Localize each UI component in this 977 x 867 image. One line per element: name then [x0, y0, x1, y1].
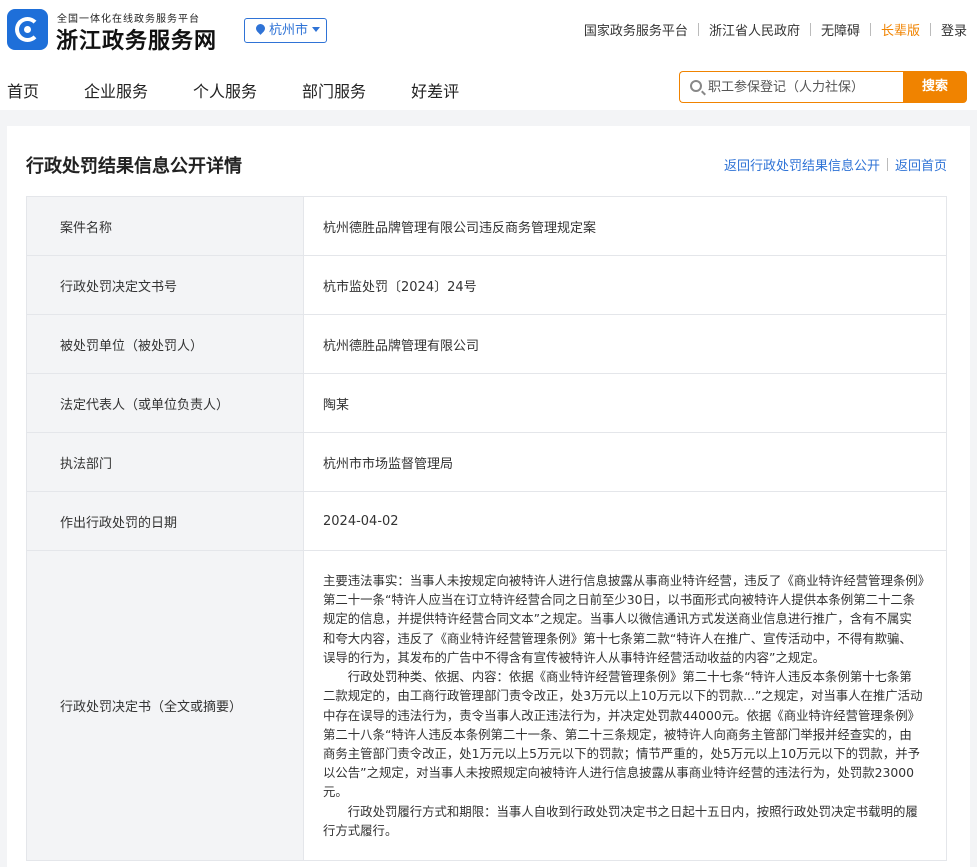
legal-representative-label: 法定代表人（或单位负责人） — [26, 373, 304, 433]
search-input[interactable] — [708, 72, 898, 102]
table-row: 执法部门 杭州市市场监督管理局 — [26, 432, 947, 492]
divider — [697, 23, 699, 36]
page-links: 返回行政处罚结果信息公开 返回首页 — [724, 155, 947, 174]
decision-paragraph: 主要违法事实：当事人未按规定向被特许人进行信息披露从事商业特许经营，违反了《商业… — [323, 573, 924, 665]
back-to-list-link[interactable]: 返回行政处罚结果信息公开 — [724, 155, 880, 174]
decision-text: 主要违法事实：当事人未按规定向被特许人进行信息披露从事商业特许经营，违反了《商业… — [303, 550, 947, 861]
penalized-entity-label: 被处罚单位（被处罚人） — [26, 314, 304, 374]
location-pin-icon — [254, 22, 267, 35]
table-row: 行政处罚决定书（全文或摘要） 主要违法事实：当事人未按规定向被特许人进行信息披露… — [26, 550, 947, 861]
city-selector[interactable]: 杭州市 — [244, 18, 327, 43]
divider — [809, 23, 811, 36]
link-elder-mode[interactable]: 长辈版 — [881, 20, 920, 39]
nav-evaluation[interactable]: 好差评 — [411, 78, 459, 102]
document-number-value: 杭市监处罚〔2024〕24号 — [303, 255, 947, 315]
table-row: 案件名称 杭州德胜品牌管理有限公司违反商务管理规定案 — [26, 196, 947, 256]
link-accessibility[interactable]: 无障碍 — [821, 20, 860, 39]
nav-department-services[interactable]: 部门服务 — [302, 78, 366, 102]
divider — [929, 23, 931, 36]
nav-personal-services[interactable]: 个人服务 — [193, 78, 257, 102]
divider — [886, 158, 888, 171]
decision-paragraph: 行政处罚种类、依据、内容：依据《商业特许经营管理条例》第二十七条“特许人违反本条… — [323, 669, 923, 800]
logo-dot-icon — [24, 26, 31, 33]
enforcement-department-value: 杭州市市场监督管理局 — [303, 432, 947, 492]
search-icon — [690, 80, 702, 92]
link-provincial-government[interactable]: 浙江省人民政府 — [709, 20, 800, 39]
document-number-label: 行政处罚决定文书号 — [26, 255, 304, 315]
divider — [869, 23, 871, 36]
top-links: 国家政务服务平台 浙江省人民政府 无障碍 长辈版 登录 — [584, 20, 967, 39]
nav-home[interactable]: 首页 — [7, 78, 39, 102]
enforcement-department-label: 执法部门 — [26, 432, 304, 492]
search-box — [679, 71, 903, 103]
caret-down-icon — [312, 27, 321, 32]
table-row: 被处罚单位（被处罚人） 杭州德胜品牌管理有限公司 — [26, 314, 947, 374]
city-label: 杭州市 — [269, 23, 309, 38]
case-name-label: 案件名称 — [26, 196, 304, 256]
table-row: 作出行政处罚的日期 2024-04-02 — [26, 491, 947, 551]
back-to-home-link[interactable]: 返回首页 — [895, 155, 947, 174]
logo-title[interactable]: 浙江政务服务网 — [56, 23, 217, 55]
penalized-entity-value: 杭州德胜品牌管理有限公司 — [303, 314, 947, 374]
detail-card: 行政处罚结果信息公开详情 返回行政处罚结果信息公开 返回首页 案件名称 杭州德胜… — [7, 126, 970, 867]
nav-enterprise-services[interactable]: 企业服务 — [84, 78, 148, 102]
decision-label: 行政处罚决定书（全文或摘要） — [26, 550, 304, 861]
detail-table: 案件名称 杭州德胜品牌管理有限公司违反商务管理规定案 行政处罚决定文书号 杭市监… — [26, 196, 947, 861]
case-name-value: 杭州德胜品牌管理有限公司违反商务管理规定案 — [303, 196, 947, 256]
table-row: 法定代表人（或单位负责人） 陶某 — [26, 373, 947, 433]
penalty-date-label: 作出行政处罚的日期 — [26, 491, 304, 551]
link-national-platform[interactable]: 国家政务服务平台 — [584, 20, 688, 39]
logo-icon[interactable] — [7, 9, 48, 50]
page-title: 行政处罚结果信息公开详情 — [26, 156, 242, 177]
link-login[interactable]: 登录 — [941, 20, 967, 39]
penalty-date-value: 2024-04-02 — [303, 491, 947, 551]
main-nav: 首页 企业服务 个人服务 部门服务 好差评 — [0, 78, 459, 102]
legal-representative-value: 陶某 — [303, 373, 947, 433]
site-header: 全国一体化在线政务服务平台 浙江政务服务网 杭州市 国家政务服务平台 浙江省人民… — [0, 0, 977, 110]
search-button[interactable]: 搜索 — [903, 71, 967, 103]
table-row: 行政处罚决定文书号 杭市监处罚〔2024〕24号 — [26, 255, 947, 315]
decision-paragraph: 行政处罚履行方式和期限：当事人自收到行政处罚决定书之日起十五日内，按照行政处罚决… — [323, 803, 918, 838]
